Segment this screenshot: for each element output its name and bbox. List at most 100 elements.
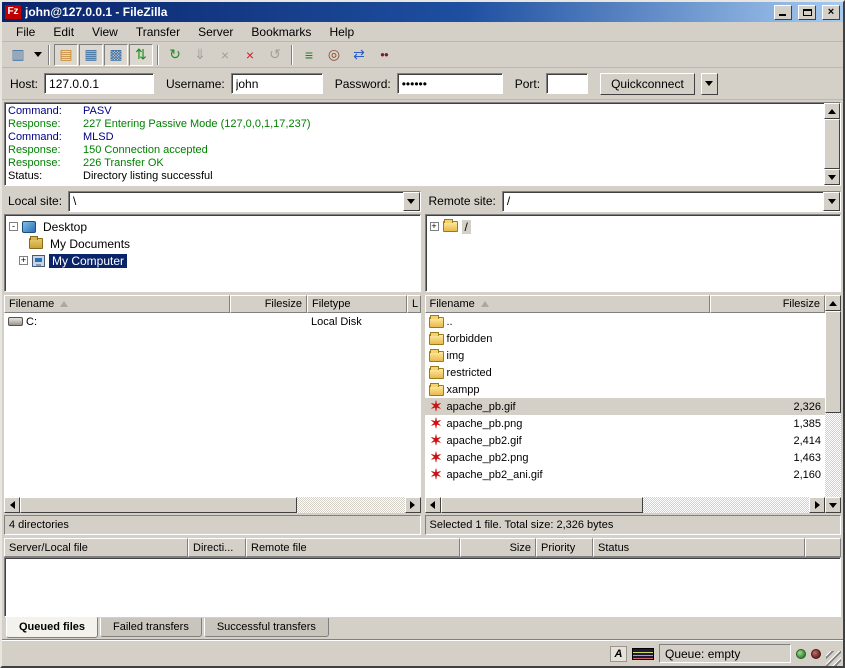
scroll-down-icon[interactable]: [824, 169, 840, 185]
tree-item-my-computer[interactable]: + My Computer: [9, 252, 418, 269]
column-header-filetype[interactable]: Filetype: [307, 295, 407, 313]
scroll-up-icon[interactable]: [825, 295, 841, 311]
chevron-down-icon[interactable]: [403, 192, 420, 211]
username-label: Username:: [166, 77, 225, 91]
tab-failed-transfers[interactable]: Failed transfers: [100, 618, 202, 637]
local-pane: Local site: \ - Desktop My Documents +: [4, 190, 421, 535]
column-header-status[interactable]: Status: [593, 538, 805, 557]
message-log-toggle-icon[interactable]: ▤: [54, 44, 78, 66]
folder-row[interactable]: xampp: [425, 381, 826, 398]
file-row[interactable]: ✶apache_pb2_ani.gif2,160: [425, 466, 826, 483]
resize-grip[interactable]: [826, 651, 841, 666]
local-tree-toggle-icon[interactable]: ▦: [79, 44, 103, 66]
expand-icon[interactable]: +: [19, 256, 28, 265]
local-tree: - Desktop My Documents + My Computer: [4, 214, 421, 292]
disconnect-icon[interactable]: ×: [238, 44, 262, 66]
collapse-icon[interactable]: -: [9, 222, 18, 231]
file-row[interactable]: ✶apache_pb2.gif2,414: [425, 432, 826, 449]
tree-item-root[interactable]: + /: [430, 218, 839, 235]
refresh-icon[interactable]: ↻: [163, 44, 187, 66]
scroll-left-icon[interactable]: [4, 497, 20, 513]
directory-comparison-icon[interactable]: ◎: [322, 44, 346, 66]
column-header-direction[interactable]: Directi...: [188, 538, 246, 557]
remote-horizontal-scrollbar[interactable]: [425, 497, 826, 513]
chevron-down-icon[interactable]: [823, 192, 840, 211]
menu-transfer[interactable]: Transfer: [128, 23, 188, 41]
quickconnect-dropdown[interactable]: [701, 73, 718, 95]
site-manager-dropdown[interactable]: [31, 44, 44, 66]
activity-led-red-icon: [811, 649, 821, 659]
folder-icon: [429, 317, 444, 328]
file-row[interactable]: ✶apache_pb.png1,385: [425, 415, 826, 432]
log-row: Response:150 Connection accepted: [8, 144, 824, 157]
menu-help[interactable]: Help: [321, 23, 362, 41]
log-row: Command:MLSD: [8, 131, 824, 144]
remote-tree-toggle-icon[interactable]: ▩: [104, 44, 128, 66]
tree-item-desktop[interactable]: - Desktop: [9, 218, 418, 235]
my-documents-icon: [29, 238, 43, 249]
password-input[interactable]: [397, 73, 503, 94]
scroll-up-icon[interactable]: [824, 103, 840, 119]
column-header-filename[interactable]: Filename: [425, 295, 710, 313]
menu-bookmarks[interactable]: Bookmarks: [243, 23, 319, 41]
sort-ascending-icon: [481, 301, 489, 307]
host-input[interactable]: [44, 73, 154, 94]
folder-row[interactable]: forbidden: [425, 330, 826, 347]
port-input[interactable]: [546, 73, 588, 94]
queue-status-field: Queue: empty: [659, 644, 791, 663]
column-header-last-modified[interactable]: L: [407, 295, 421, 313]
queue-view-toggle-icon[interactable]: ⇅: [129, 44, 153, 66]
quickconnect-button[interactable]: Quickconnect: [600, 73, 695, 95]
remote-tree: + /: [425, 214, 842, 292]
column-header-server-local-file[interactable]: Server/Local file: [4, 538, 188, 557]
file-row-c-drive[interactable]: C: Local Disk: [4, 313, 421, 330]
filter-icon[interactable]: ≡: [297, 44, 321, 66]
username-input[interactable]: [231, 73, 323, 94]
menu-bar: File Edit View Transfer Server Bookmarks…: [2, 22, 843, 42]
menu-server[interactable]: Server: [190, 23, 241, 41]
queue-list: [4, 557, 841, 617]
scroll-down-icon[interactable]: [825, 497, 841, 513]
file-row[interactable]: ✶apache_pb2.png1,463: [425, 449, 826, 466]
scroll-left-icon[interactable]: [425, 497, 441, 513]
menu-view[interactable]: View: [84, 23, 126, 41]
column-header-filesize[interactable]: Filesize: [230, 295, 307, 313]
tab-queued-files[interactable]: Queued files: [6, 617, 98, 638]
maximize-button[interactable]: [798, 5, 816, 20]
column-header-filesize[interactable]: Filesize: [710, 295, 826, 313]
column-header-remote-file[interactable]: Remote file: [246, 538, 460, 557]
folder-icon: [429, 351, 444, 362]
column-header-filename[interactable]: Filename: [4, 295, 230, 313]
close-button[interactable]: ×: [822, 5, 840, 20]
folder-row[interactable]: restricted: [425, 364, 826, 381]
menu-file[interactable]: File: [8, 23, 43, 41]
synchronized-browsing-icon[interactable]: ⇄: [347, 44, 371, 66]
tree-item-my-documents[interactable]: My Documents: [9, 235, 418, 252]
scroll-right-icon[interactable]: [809, 497, 825, 513]
log-vertical-scrollbar[interactable]: [824, 103, 840, 185]
expand-icon[interactable]: +: [430, 222, 439, 231]
scroll-right-icon[interactable]: [405, 497, 421, 513]
folder-row[interactable]: img: [425, 347, 826, 364]
find-files-icon[interactable]: ●●: [372, 44, 396, 66]
folder-icon: [443, 221, 458, 232]
site-manager-icon[interactable]: ▥: [6, 44, 30, 66]
remote-site-value: /: [503, 192, 823, 211]
folder-row[interactable]: ..: [425, 313, 826, 330]
minimize-button[interactable]: [774, 5, 792, 20]
queue-header: Server/Local file Directi... Remote file…: [4, 538, 841, 557]
remote-site-combo[interactable]: /: [502, 191, 841, 212]
message-log: Command:PASV Response:227 Entering Passi…: [4, 102, 841, 186]
menu-edit[interactable]: Edit: [45, 23, 82, 41]
folder-icon: [429, 368, 444, 379]
remote-vertical-scrollbar[interactable]: [825, 295, 841, 513]
tab-successful-transfers[interactable]: Successful transfers: [204, 618, 329, 637]
log-row: Command:PASV: [8, 105, 824, 118]
host-label: Host:: [10, 77, 38, 91]
column-header-size[interactable]: Size: [460, 538, 536, 557]
local-file-list: C: Local Disk: [4, 313, 421, 497]
column-header-priority[interactable]: Priority: [536, 538, 593, 557]
local-site-combo[interactable]: \: [68, 191, 420, 212]
file-row-selected[interactable]: ✶apache_pb.gif2,326: [425, 398, 826, 415]
local-horizontal-scrollbar[interactable]: [4, 497, 421, 513]
